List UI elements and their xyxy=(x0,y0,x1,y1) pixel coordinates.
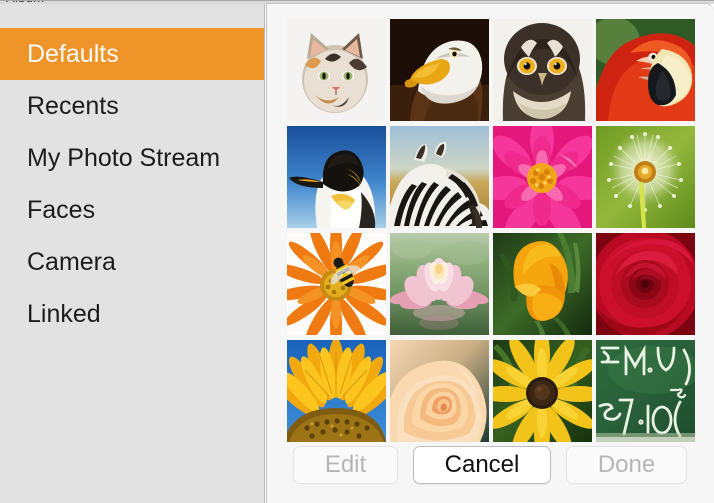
sidebar-item-label: Faces xyxy=(27,196,96,224)
sidebar-item-camera[interactable]: Camera xyxy=(0,236,264,288)
photo-thumbnail-bald-eagle[interactable] xyxy=(390,19,489,121)
sidebar-item-recents[interactable]: Recents xyxy=(0,80,264,132)
photo-thumbnail-california-poppy[interactable] xyxy=(493,233,592,335)
photo-thumbnail-black-eyed-susan[interactable] xyxy=(493,340,592,442)
cancel-button[interactable]: Cancel xyxy=(413,446,551,484)
photo-thumbnail-zebra[interactable] xyxy=(390,126,489,228)
sidebar-item-label: Defaults xyxy=(27,40,119,68)
photo-thumbnail-chalkboard[interactable] xyxy=(596,340,695,442)
photo-grid xyxy=(287,19,696,442)
sidebar-item-defaults[interactable]: Defaults xyxy=(0,28,264,80)
cancel-button-label: Cancel xyxy=(444,451,520,478)
photo-thumbnail-calico-kitten[interactable] xyxy=(287,19,386,121)
photo-thumbnail-king-penguin[interactable] xyxy=(287,126,386,228)
photo-thumbnail-peach-rose[interactable] xyxy=(390,340,489,442)
sidebar-item-label: Linked xyxy=(27,300,101,328)
dialog-button-bar: Edit Cancel Done xyxy=(267,435,714,503)
edit-button[interactable]: Edit xyxy=(293,446,398,484)
sidebar-item-label: Recents xyxy=(27,92,119,120)
photo-thumbnail-spectacled-owl[interactable] xyxy=(493,19,592,121)
album-sidebar: Defaults Recents My Photo Stream Faces C… xyxy=(0,4,265,503)
photo-content-panel: Edit Cancel Done xyxy=(266,3,714,503)
photo-thumbnail-pink-dahlia[interactable] xyxy=(493,126,592,228)
sidebar-item-my-photo-stream[interactable]: My Photo Stream xyxy=(0,132,264,184)
photo-thumbnail-sunflower[interactable] xyxy=(287,340,386,442)
done-button[interactable]: Done xyxy=(566,446,687,484)
sidebar-item-label: Camera xyxy=(27,248,116,276)
sidebar-item-label: My Photo Stream xyxy=(27,144,221,172)
photo-thumbnail-red-rose[interactable] xyxy=(596,233,695,335)
photo-thumbnail-dandelion-seed[interactable] xyxy=(596,126,695,228)
sidebar-item-faces[interactable]: Faces xyxy=(0,184,264,236)
album-list: Defaults Recents My Photo Stream Faces C… xyxy=(0,28,264,340)
photo-picker-window: Album Defaults Recents My Photo Stream F… xyxy=(0,0,714,503)
photo-thumbnail-gerbera-and-bee[interactable] xyxy=(287,233,386,335)
photo-thumbnail-scarlet-macaw[interactable] xyxy=(596,19,695,121)
photo-thumbnail-water-lily[interactable] xyxy=(390,233,489,335)
done-button-label: Done xyxy=(597,451,656,478)
sidebar-item-linked[interactable]: Linked xyxy=(0,288,264,340)
edit-button-label: Edit xyxy=(324,451,367,478)
